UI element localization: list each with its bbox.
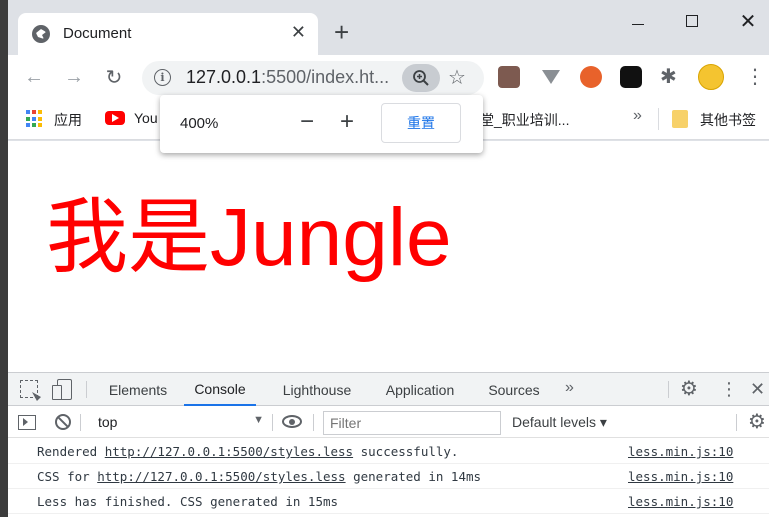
zoom-out-button[interactable]: − — [300, 109, 314, 135]
zoom-in-button[interactable]: + — [340, 109, 354, 135]
console-divider — [80, 414, 81, 431]
zoom-level-value: 400% — [180, 115, 219, 132]
bookmark-other-folder[interactable]: 其他书签 — [700, 110, 756, 130]
zoom-reset-button[interactable]: 重置 — [381, 103, 461, 143]
maximize-button[interactable] — [672, 8, 712, 34]
devtools-tab-bar: Elements Console Lighthouse Application … — [8, 373, 769, 406]
source-link[interactable]: less.min.js:10 — [628, 494, 733, 509]
devtools-divider — [86, 381, 87, 398]
tab-elements[interactable]: Elements — [100, 373, 176, 406]
extension-3-icon[interactable] — [580, 66, 602, 88]
browser-toolbar: ← → ↻ i 127.0.0.1:5500/index.ht... ☆ ✱ ⋮ — [8, 55, 769, 100]
bookmarks-divider — [658, 108, 659, 130]
extension-4-icon[interactable] — [620, 66, 642, 88]
console-link[interactable]: http://127.0.0.1:5500/styles.less — [105, 444, 353, 459]
close-tab-icon[interactable]: ✕ — [291, 22, 306, 43]
browser-menu-icon[interactable]: ⋮ — [745, 64, 765, 90]
console-sidebar-icon[interactable] — [18, 415, 36, 430]
log-levels-dropdown[interactable]: Default levels ▾ — [512, 414, 607, 431]
tab-sources[interactable]: Sources — [478, 373, 550, 406]
tab-document[interactable]: Document ✕ — [18, 13, 318, 55]
more-tabs-chevron-icon[interactable]: » — [565, 379, 574, 397]
console-divider — [313, 414, 314, 431]
clear-console-icon[interactable] — [55, 414, 71, 430]
console-message: Less has finished. CSS generated in 15ms… — [8, 489, 769, 514]
console-filter-input[interactable] — [323, 411, 501, 435]
bookmark-youtube[interactable]: You — [134, 110, 158, 126]
devtools-divider — [668, 381, 669, 398]
device-toggle-icon[interactable] — [52, 379, 72, 400]
page-heading: 我是Jungle — [46, 192, 452, 283]
page-viewport: 我是Jungle — [8, 141, 769, 372]
console-link[interactable]: http://127.0.0.1:5500/styles.less — [97, 469, 345, 484]
console-message: CSS for http://127.0.0.1:5500/styles.les… — [8, 464, 769, 489]
bookmark-apps[interactable]: 应用 — [54, 110, 82, 130]
devtools-close-icon[interactable]: ✕ — [750, 378, 765, 400]
extension-1-icon[interactable] — [498, 66, 520, 88]
console-messages: Rendered http://127.0.0.1:5500/styles.le… — [8, 439, 769, 514]
tab-strip: Document ✕ + ✕ — [8, 0, 769, 55]
info-icon[interactable]: i — [154, 69, 171, 86]
globe-icon — [32, 25, 50, 43]
url-text[interactable]: 127.0.0.1:5500/index.ht... — [186, 67, 389, 88]
tab-console[interactable]: Console — [184, 373, 256, 406]
address-bar[interactable]: i 127.0.0.1:5500/index.ht... ☆ — [142, 61, 484, 95]
settings-gear-icon[interactable]: ⚙ — [680, 378, 698, 400]
back-arrow-icon[interactable]: ← — [20, 63, 48, 91]
console-divider — [736, 414, 737, 431]
youtube-icon[interactable] — [105, 111, 125, 125]
console-settings-gear-icon[interactable]: ⚙ — [748, 411, 766, 433]
devtools-panel: Elements Console Lighthouse Application … — [8, 372, 769, 517]
context-selector[interactable]: top ▼ — [88, 411, 266, 434]
devtools-menu-icon[interactable]: ⋮ — [720, 378, 738, 400]
window-close-button[interactable]: ✕ — [728, 8, 768, 34]
console-divider — [272, 414, 273, 431]
source-link[interactable]: less.min.js:10 — [628, 444, 733, 459]
vue-devtools-icon[interactable] — [540, 66, 562, 88]
live-expression-eye-icon[interactable] — [282, 415, 302, 428]
console-message: Rendered http://127.0.0.1:5500/styles.le… — [8, 439, 769, 464]
zoom-popup: 400% − + 重置 — [160, 95, 483, 153]
inspect-element-icon[interactable] — [20, 380, 38, 398]
profile-avatar[interactable] — [698, 64, 724, 90]
bookmarks-overflow-chevron-icon[interactable]: » — [633, 107, 642, 125]
zoom-magnifier-icon[interactable] — [402, 64, 440, 92]
dropdown-caret-icon: ▼ — [253, 414, 264, 426]
console-toolbar: top ▼ Default levels ▾ ⚙ — [8, 407, 769, 438]
folder-icon[interactable] — [672, 110, 688, 128]
tab-application[interactable]: Application — [372, 373, 468, 406]
reload-icon[interactable]: ↻ — [100, 63, 128, 91]
tab-title: Document — [63, 25, 132, 42]
apps-grid-icon[interactable] — [26, 110, 44, 128]
new-tab-button[interactable]: + — [334, 19, 349, 45]
extensions-puzzle-icon[interactable]: ✱ — [660, 66, 682, 88]
minimize-button[interactable] — [618, 8, 658, 34]
source-link[interactable]: less.min.js:10 — [628, 469, 733, 484]
forward-arrow-icon[interactable]: → — [60, 63, 88, 91]
tab-lighthouse[interactable]: Lighthouse — [270, 373, 364, 406]
left-edge-strip — [0, 0, 8, 517]
bookmark-star-icon[interactable]: ☆ — [448, 65, 466, 90]
